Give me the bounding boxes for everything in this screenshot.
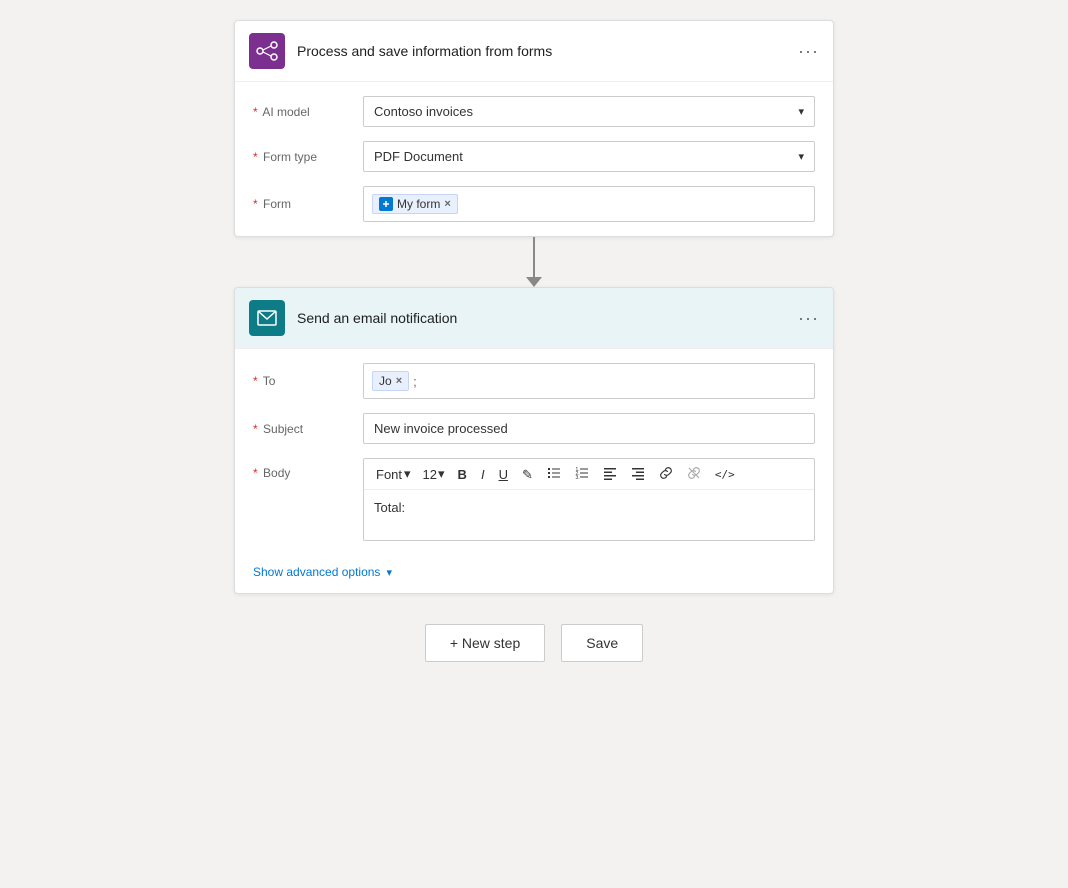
bottom-actions: + New step Save bbox=[425, 624, 643, 662]
form-label: * Form bbox=[253, 197, 363, 211]
form-type-row: * Form type PDF Document ▾ bbox=[253, 141, 815, 172]
card2-title: Send an email notification bbox=[297, 310, 798, 326]
form-tag-icon bbox=[379, 197, 393, 211]
ai-model-select[interactable]: Contoso invoices ▾ bbox=[363, 96, 815, 127]
ordered-list-button[interactable]: 1. 2. 3. bbox=[570, 464, 594, 484]
body-editor: Font ▾ 12 ▾ B I U bbox=[363, 458, 815, 541]
to-tag-remove[interactable]: × bbox=[396, 375, 402, 387]
to-separator: ; bbox=[413, 374, 417, 389]
card2-icon bbox=[249, 300, 285, 336]
font-size-select[interactable]: 12 ▾ bbox=[419, 464, 449, 484]
connector bbox=[526, 237, 542, 287]
ai-model-label: * AI model bbox=[253, 105, 363, 119]
advanced-options-link[interactable]: Show advanced options bbox=[253, 565, 380, 579]
card1-header: Process and save information from forms … bbox=[235, 21, 833, 82]
form-type-required: * bbox=[253, 150, 258, 164]
card2-menu-button[interactable]: ··· bbox=[798, 308, 819, 329]
card-process-forms: Process and save information from forms … bbox=[234, 20, 834, 237]
body-required: * bbox=[253, 466, 258, 480]
to-label: * To bbox=[253, 374, 363, 388]
ai-model-row: * AI model Contoso invoices ▾ bbox=[253, 96, 815, 127]
subject-input[interactable] bbox=[363, 413, 815, 444]
save-button[interactable]: Save bbox=[561, 624, 643, 662]
to-required: * bbox=[253, 374, 258, 388]
card1-icon bbox=[249, 33, 285, 69]
bullet-list-button[interactable] bbox=[542, 464, 566, 484]
advanced-options-row: Show advanced options ▾ bbox=[235, 555, 833, 593]
to-row: * To Jo × ; bbox=[253, 363, 815, 399]
font-select[interactable]: Font ▾ bbox=[372, 464, 415, 484]
card2-header: Send an email notification ··· bbox=[235, 288, 833, 349]
card1-title: Process and save information from forms bbox=[297, 43, 798, 59]
form-tag-remove[interactable]: × bbox=[444, 198, 450, 210]
svg-text:3.: 3. bbox=[575, 475, 579, 480]
form-type-select[interactable]: PDF Document ▾ bbox=[363, 141, 815, 172]
form-tag: My form × bbox=[372, 194, 458, 214]
body-row: * Body Font ▾ 12 ▾ bbox=[253, 458, 815, 541]
to-tag: Jo × bbox=[372, 371, 409, 391]
unlink-button[interactable] bbox=[682, 464, 706, 484]
form-type-chevron: ▾ bbox=[798, 150, 804, 163]
align-right-button[interactable] bbox=[626, 464, 650, 484]
card1-body: * AI model Contoso invoices ▾ * Form typ… bbox=[235, 82, 833, 236]
new-step-button[interactable]: + New step bbox=[425, 624, 545, 662]
subject-row: * Subject bbox=[253, 413, 815, 444]
highlight-button[interactable]: ✎ bbox=[517, 466, 538, 483]
font-chevron-icon: ▾ bbox=[404, 466, 411, 482]
form-row: * Form My form × bbox=[253, 186, 815, 222]
size-chevron-icon: ▾ bbox=[438, 466, 445, 482]
underline-button[interactable]: U bbox=[494, 466, 513, 483]
email-icon bbox=[257, 310, 277, 326]
form-tag-input[interactable]: My form × bbox=[363, 186, 815, 222]
subject-required: * bbox=[253, 422, 258, 436]
card2-body: * To Jo × ; * Subject bbox=[235, 349, 833, 555]
nodes-icon bbox=[256, 40, 278, 62]
to-tag-input[interactable]: Jo × ; bbox=[363, 363, 815, 399]
body-label: * Body bbox=[253, 458, 363, 480]
card1-menu-button[interactable]: ··· bbox=[798, 41, 819, 62]
form-required: * bbox=[253, 197, 258, 211]
advanced-chevron-icon: ▾ bbox=[386, 566, 392, 579]
align-left-button[interactable] bbox=[598, 464, 622, 484]
bold-button[interactable]: B bbox=[453, 466, 472, 483]
body-content[interactable]: Total: bbox=[364, 490, 814, 540]
link-button[interactable] bbox=[654, 464, 678, 484]
editor-toolbar: Font ▾ 12 ▾ B I U bbox=[364, 459, 814, 490]
connector-arrow bbox=[526, 277, 542, 287]
code-button[interactable]: </> bbox=[710, 467, 740, 482]
ai-model-chevron: ▾ bbox=[798, 105, 804, 118]
ai-model-required: * bbox=[253, 105, 258, 119]
card-email: Send an email notification ··· * To Jo ×… bbox=[234, 287, 834, 594]
connector-line bbox=[533, 237, 535, 277]
form-type-label: * Form type bbox=[253, 150, 363, 164]
subject-label: * Subject bbox=[253, 422, 363, 436]
italic-button[interactable]: I bbox=[476, 466, 490, 483]
